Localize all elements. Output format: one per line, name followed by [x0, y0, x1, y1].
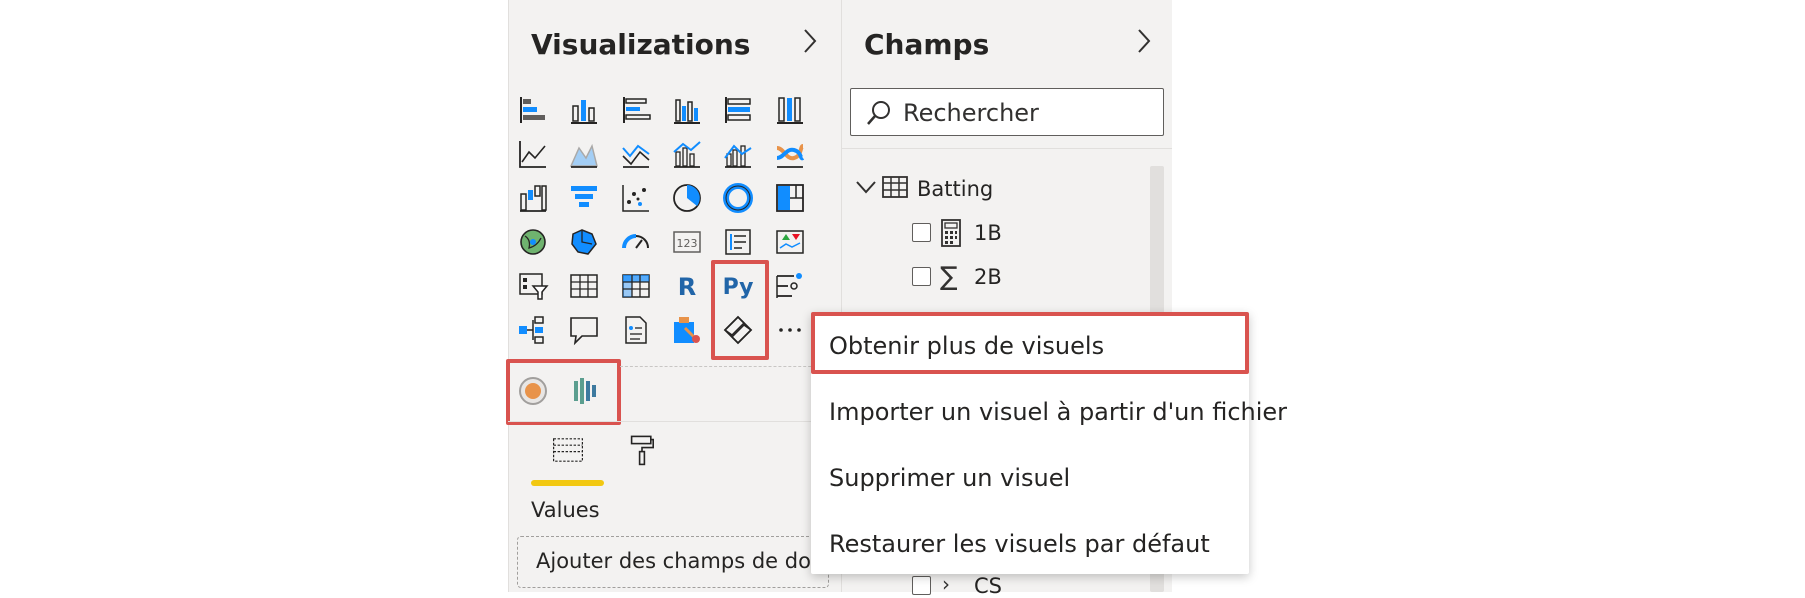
stacked-area-chart-icon[interactable] — [618, 136, 654, 172]
kpi-icon[interactable] — [772, 224, 808, 260]
map-icon[interactable] — [515, 224, 551, 260]
treemap-icon[interactable] — [772, 180, 808, 216]
field-name: 1B — [974, 221, 1002, 245]
line-chart-icon[interactable] — [515, 136, 551, 172]
matrix-icon[interactable] — [618, 268, 654, 304]
fields-title: Champs — [864, 28, 990, 61]
power-apps-icon[interactable] — [720, 312, 756, 348]
field-checkbox-2b[interactable] — [912, 267, 931, 286]
highlight-box-get-more-visuals — [811, 312, 1249, 374]
menu-item-import-visual-from-file[interactable]: Importer un visuel à partir d'un fichier — [829, 398, 1287, 426]
waterfall-chart-icon[interactable] — [515, 180, 551, 216]
field-name: CS — [974, 574, 1002, 598]
menu-item-remove-visual[interactable]: Supprimer un visuel — [829, 464, 1070, 492]
divider — [842, 148, 1172, 149]
stacked-column-chart-icon[interactable] — [566, 92, 602, 128]
clustered-column-chart-icon[interactable] — [669, 92, 705, 128]
search-input[interactable] — [901, 97, 1155, 129]
pie-chart-icon[interactable] — [669, 180, 705, 216]
ribbon-chart-icon[interactable] — [772, 136, 808, 172]
add-fields-placeholder: Ajouter des champs de donn — [536, 549, 838, 573]
paginated-report-icon[interactable] — [669, 312, 705, 348]
slicer-icon[interactable] — [515, 268, 551, 304]
qa-icon[interactable] — [566, 312, 602, 348]
r-visual-icon[interactable]: R — [669, 268, 705, 304]
table-name-batting[interactable]: Batting — [917, 177, 993, 201]
custom-visual-2-icon[interactable] — [567, 373, 603, 409]
python-visual-icon[interactable]: Py — [720, 268, 756, 304]
field-checkbox-1b[interactable] — [912, 223, 931, 242]
card-icon[interactable]: 123 — [669, 224, 705, 260]
table-icon[interactable] — [566, 268, 602, 304]
smart-narrative-icon[interactable] — [618, 312, 654, 348]
more-options-icon[interactable] — [772, 312, 808, 348]
menu-item-restore-default-visuals[interactable]: Restaurer les visuels par défaut — [829, 530, 1210, 558]
line-and-stacked-column-icon[interactable] — [669, 136, 705, 172]
donut-chart-icon[interactable] — [720, 180, 756, 216]
chevron-right-icon[interactable] — [1134, 26, 1154, 62]
add-fields-dropzone[interactable]: Ajouter des champs de donn — [517, 536, 838, 588]
stacked-bar-chart-icon[interactable] — [515, 92, 551, 128]
line-and-clustered-column-icon[interactable] — [720, 136, 756, 172]
svg-text:123: 123 — [676, 237, 697, 250]
funnel-icon[interactable] — [566, 180, 602, 216]
100-stacked-column-chart-icon[interactable] — [772, 92, 808, 128]
key-influencers-icon[interactable] — [772, 268, 808, 304]
visualizations-title: Visualizations — [531, 28, 751, 61]
multi-row-card-icon[interactable] — [720, 224, 756, 260]
fields-build-icon[interactable] — [546, 432, 590, 468]
format-paint-roller-icon[interactable] — [624, 432, 660, 468]
gauge-icon[interactable] — [618, 224, 654, 260]
custom-visual-1-icon[interactable] — [515, 373, 551, 409]
field-name: 2B — [974, 265, 1002, 289]
decomposition-tree-icon[interactable] — [515, 312, 551, 348]
calculator-icon — [940, 219, 962, 251]
scatter-chart-icon[interactable] — [618, 180, 654, 216]
active-tab-indicator — [531, 480, 604, 486]
divider — [508, 421, 840, 422]
clustered-bar-chart-icon[interactable] — [618, 92, 654, 128]
values-label: Values — [531, 498, 600, 522]
sigma-icon: ∑ — [940, 262, 958, 292]
table-icon — [882, 176, 908, 202]
area-chart-icon[interactable] — [566, 136, 602, 172]
svg-text:R: R — [678, 273, 696, 301]
chevron-down-icon[interactable] — [854, 178, 878, 200]
search-box[interactable] — [850, 88, 1164, 136]
chevron-right-icon[interactable]: › — [942, 572, 950, 596]
search-icon — [865, 99, 893, 131]
chevron-right-icon[interactable] — [800, 26, 820, 62]
filled-map-icon[interactable] — [566, 224, 602, 260]
field-checkbox-cs[interactable] — [912, 576, 931, 595]
divider-dashed — [620, 366, 826, 367]
100-stacked-bar-chart-icon[interactable] — [720, 92, 756, 128]
svg-text:Py: Py — [723, 275, 754, 300]
